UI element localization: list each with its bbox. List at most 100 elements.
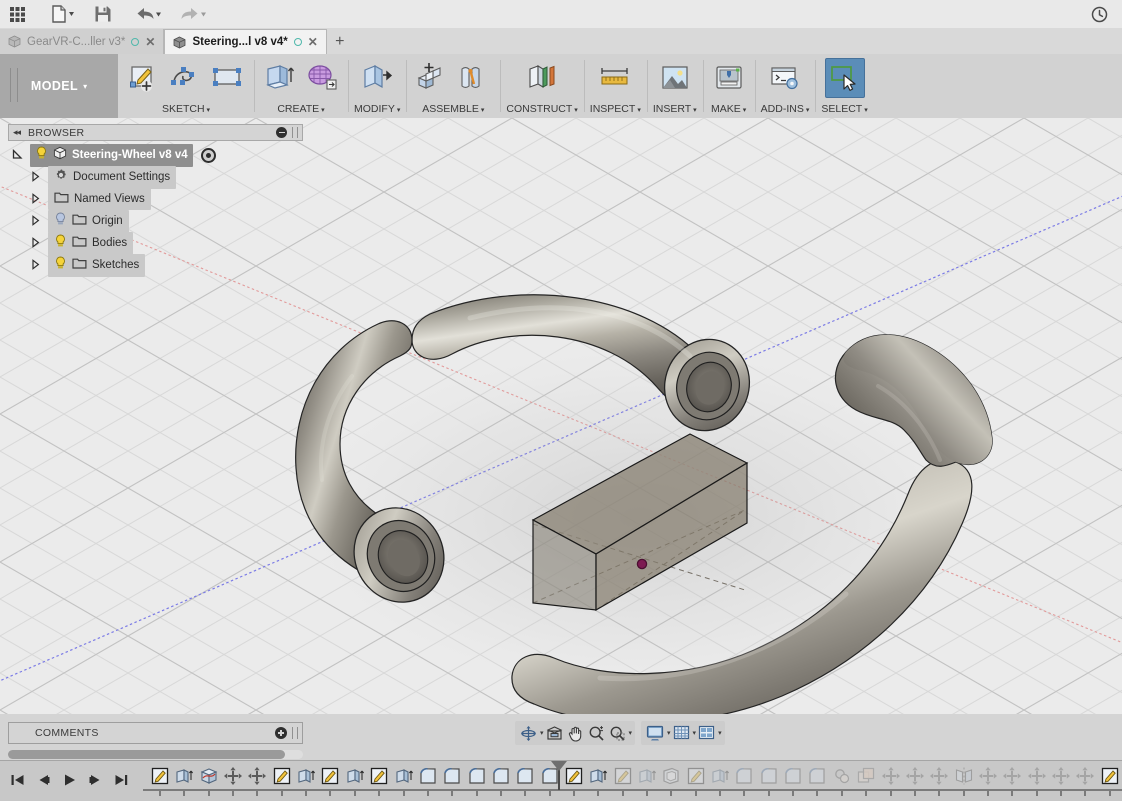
go-to-beginning-button[interactable] [6, 767, 28, 793]
expand-triangle-icon[interactable] [8, 148, 26, 162]
create-form-button[interactable] [302, 58, 342, 98]
timeline-feature-move[interactable] [1074, 765, 1096, 787]
fit-button[interactable] [607, 722, 628, 744]
undo-button[interactable] [128, 1, 172, 27]
timeline-feature-sketch[interactable] [685, 765, 707, 787]
toolbar-panel-label[interactable]: CONSTRUCT ▾ [506, 103, 577, 115]
timeline-feature-fillet[interactable] [466, 765, 488, 787]
add-comment-icon[interactable] [275, 727, 287, 739]
save-button[interactable] [86, 1, 120, 27]
timeline-feature-mirror[interactable] [953, 765, 975, 787]
panel-grip[interactable] [292, 127, 298, 138]
timeline-feature-move[interactable] [904, 765, 926, 787]
timeline-feature-shell[interactable] [660, 765, 682, 787]
joint-button[interactable] [454, 58, 494, 98]
toolbar-panel-label[interactable]: INSPECT ▾ [590, 103, 641, 115]
timeline-feature-fillet[interactable] [490, 765, 512, 787]
create-sketch-button[interactable] [124, 58, 164, 98]
timeline-feature-move[interactable] [1050, 765, 1072, 787]
scripts-addins-button[interactable] [765, 58, 805, 98]
browser-row-root[interactable]: Steering-Wheel v8 v4 [8, 143, 303, 167]
display-settings-button[interactable] [644, 722, 666, 744]
timeline-feature-combine[interactable] [855, 765, 877, 787]
document-tab-gearvr[interactable]: GearVR-C...ller v3* ✕ [0, 29, 165, 54]
toolbar-panel-label[interactable]: ADD-INS ▾ [761, 103, 810, 115]
expand-triangle-icon[interactable] [26, 192, 44, 206]
new-component-button[interactable] [412, 58, 452, 98]
browser-item-named-views[interactable]: Named Views [48, 188, 151, 210]
timeline-feature-move[interactable] [1026, 765, 1048, 787]
timeline-feature-extrude[interactable] [587, 765, 609, 787]
browser-row-named-views[interactable]: Named Views [8, 188, 303, 210]
timeline-feature-sketch[interactable] [271, 765, 293, 787]
activate-radio-icon[interactable] [200, 147, 216, 163]
browser-item-bodies[interactable]: Bodies [48, 231, 134, 255]
go-to-end-button[interactable] [110, 767, 132, 793]
timeline-feature-sweep[interactable] [198, 765, 220, 787]
timeline-feature-move[interactable] [246, 765, 268, 787]
collapse-icon[interactable]: ◂◂ [13, 127, 21, 138]
press-pull-button[interactable] [357, 58, 397, 98]
toolbar-panel-label[interactable]: ASSEMBLE ▾ [422, 103, 484, 115]
toolbar-panel-label[interactable]: SKETCH ▾ [162, 103, 210, 115]
timeline-playhead-marker[interactable] [550, 761, 567, 790]
toolbar-panel-label[interactable]: MODIFY ▾ [354, 103, 400, 115]
play-button[interactable] [58, 767, 80, 793]
panel-grip[interactable] [292, 727, 298, 739]
close-icon[interactable]: ✕ [308, 36, 318, 48]
sketch-rectangle-button[interactable] [208, 58, 248, 98]
timeline-feature-extrude[interactable] [344, 765, 366, 787]
app-grid-button[interactable] [0, 1, 34, 27]
viewports-button[interactable] [696, 722, 717, 744]
job-status-clock-button[interactable] [1084, 3, 1114, 25]
construct-plane-button[interactable] [522, 58, 562, 98]
timeline-feature-sketch[interactable] [368, 765, 390, 787]
timeline-feature-extrude[interactable] [393, 765, 415, 787]
timeline-feature-fillet[interactable] [514, 765, 536, 787]
timeline-feature-fillet[interactable] [441, 765, 463, 787]
chevron-down-icon[interactable]: ▾ [629, 729, 633, 737]
browser-item-document-settings[interactable]: Document Settings [48, 165, 177, 189]
browser-item-origin[interactable]: Origin [48, 209, 129, 233]
grid-snaps-button[interactable] [671, 722, 692, 744]
close-icon[interactable]: ✕ [145, 36, 155, 48]
timeline-feature-move[interactable] [1001, 765, 1023, 787]
timeline-feature-sketch[interactable] [149, 765, 171, 787]
orbit-button[interactable] [518, 722, 539, 744]
chevron-down-icon[interactable]: ▾ [718, 729, 722, 737]
browser-item-steering-wheel[interactable]: Steering-Wheel v8 v4 [30, 143, 193, 167]
toolbar-panel-label[interactable]: MAKE ▾ [711, 103, 746, 115]
timeline-feature-move[interactable] [880, 765, 902, 787]
3d-print-button[interactable] [709, 58, 749, 98]
browser-item-sketches[interactable]: Sketches [48, 253, 146, 277]
timeline-track[interactable] [143, 761, 1122, 801]
lightbulb-on-icon[interactable] [54, 256, 67, 275]
timeline-feature-fillet[interactable] [806, 765, 828, 787]
extrude-button[interactable] [260, 58, 300, 98]
toolbar-panel-label[interactable]: CREATE ▾ [277, 103, 324, 115]
timeline-feature-fillet[interactable] [758, 765, 780, 787]
timeline-feature-sketch[interactable] [319, 765, 341, 787]
browser-row-document-settings[interactable]: Document Settings [8, 165, 303, 189]
select-tool-button[interactable] [824, 58, 865, 98]
file-menu-button[interactable] [42, 1, 86, 27]
look-at-button[interactable] [544, 722, 565, 744]
zoom-button[interactable] [586, 722, 607, 744]
expand-triangle-icon[interactable] [26, 258, 44, 272]
timeline-feature-fillet[interactable] [733, 765, 755, 787]
lightbulb-on-icon[interactable] [35, 146, 48, 165]
sketch-spline-button[interactable] [166, 58, 206, 98]
new-tab-button[interactable]: + [327, 29, 353, 54]
lightbulb-off-icon[interactable] [54, 212, 67, 231]
measure-button[interactable] [595, 58, 635, 98]
timeline-feature-extrude[interactable] [295, 765, 317, 787]
timeline-feature-thread[interactable] [831, 765, 853, 787]
step-back-button[interactable] [32, 767, 54, 793]
comments-panel[interactable]: COMMENTS [8, 722, 303, 744]
timeline-feature-extrude[interactable] [173, 765, 195, 787]
document-tab-steering-wheel[interactable]: Steering...l v8 v4* ✕ [164, 29, 327, 54]
timeline-feature-extrude[interactable] [636, 765, 658, 787]
expand-triangle-icon[interactable] [26, 214, 44, 228]
timeline-feature-sketch[interactable] [612, 765, 634, 787]
workspace-selector[interactable]: MODEL ▾ [0, 54, 118, 118]
